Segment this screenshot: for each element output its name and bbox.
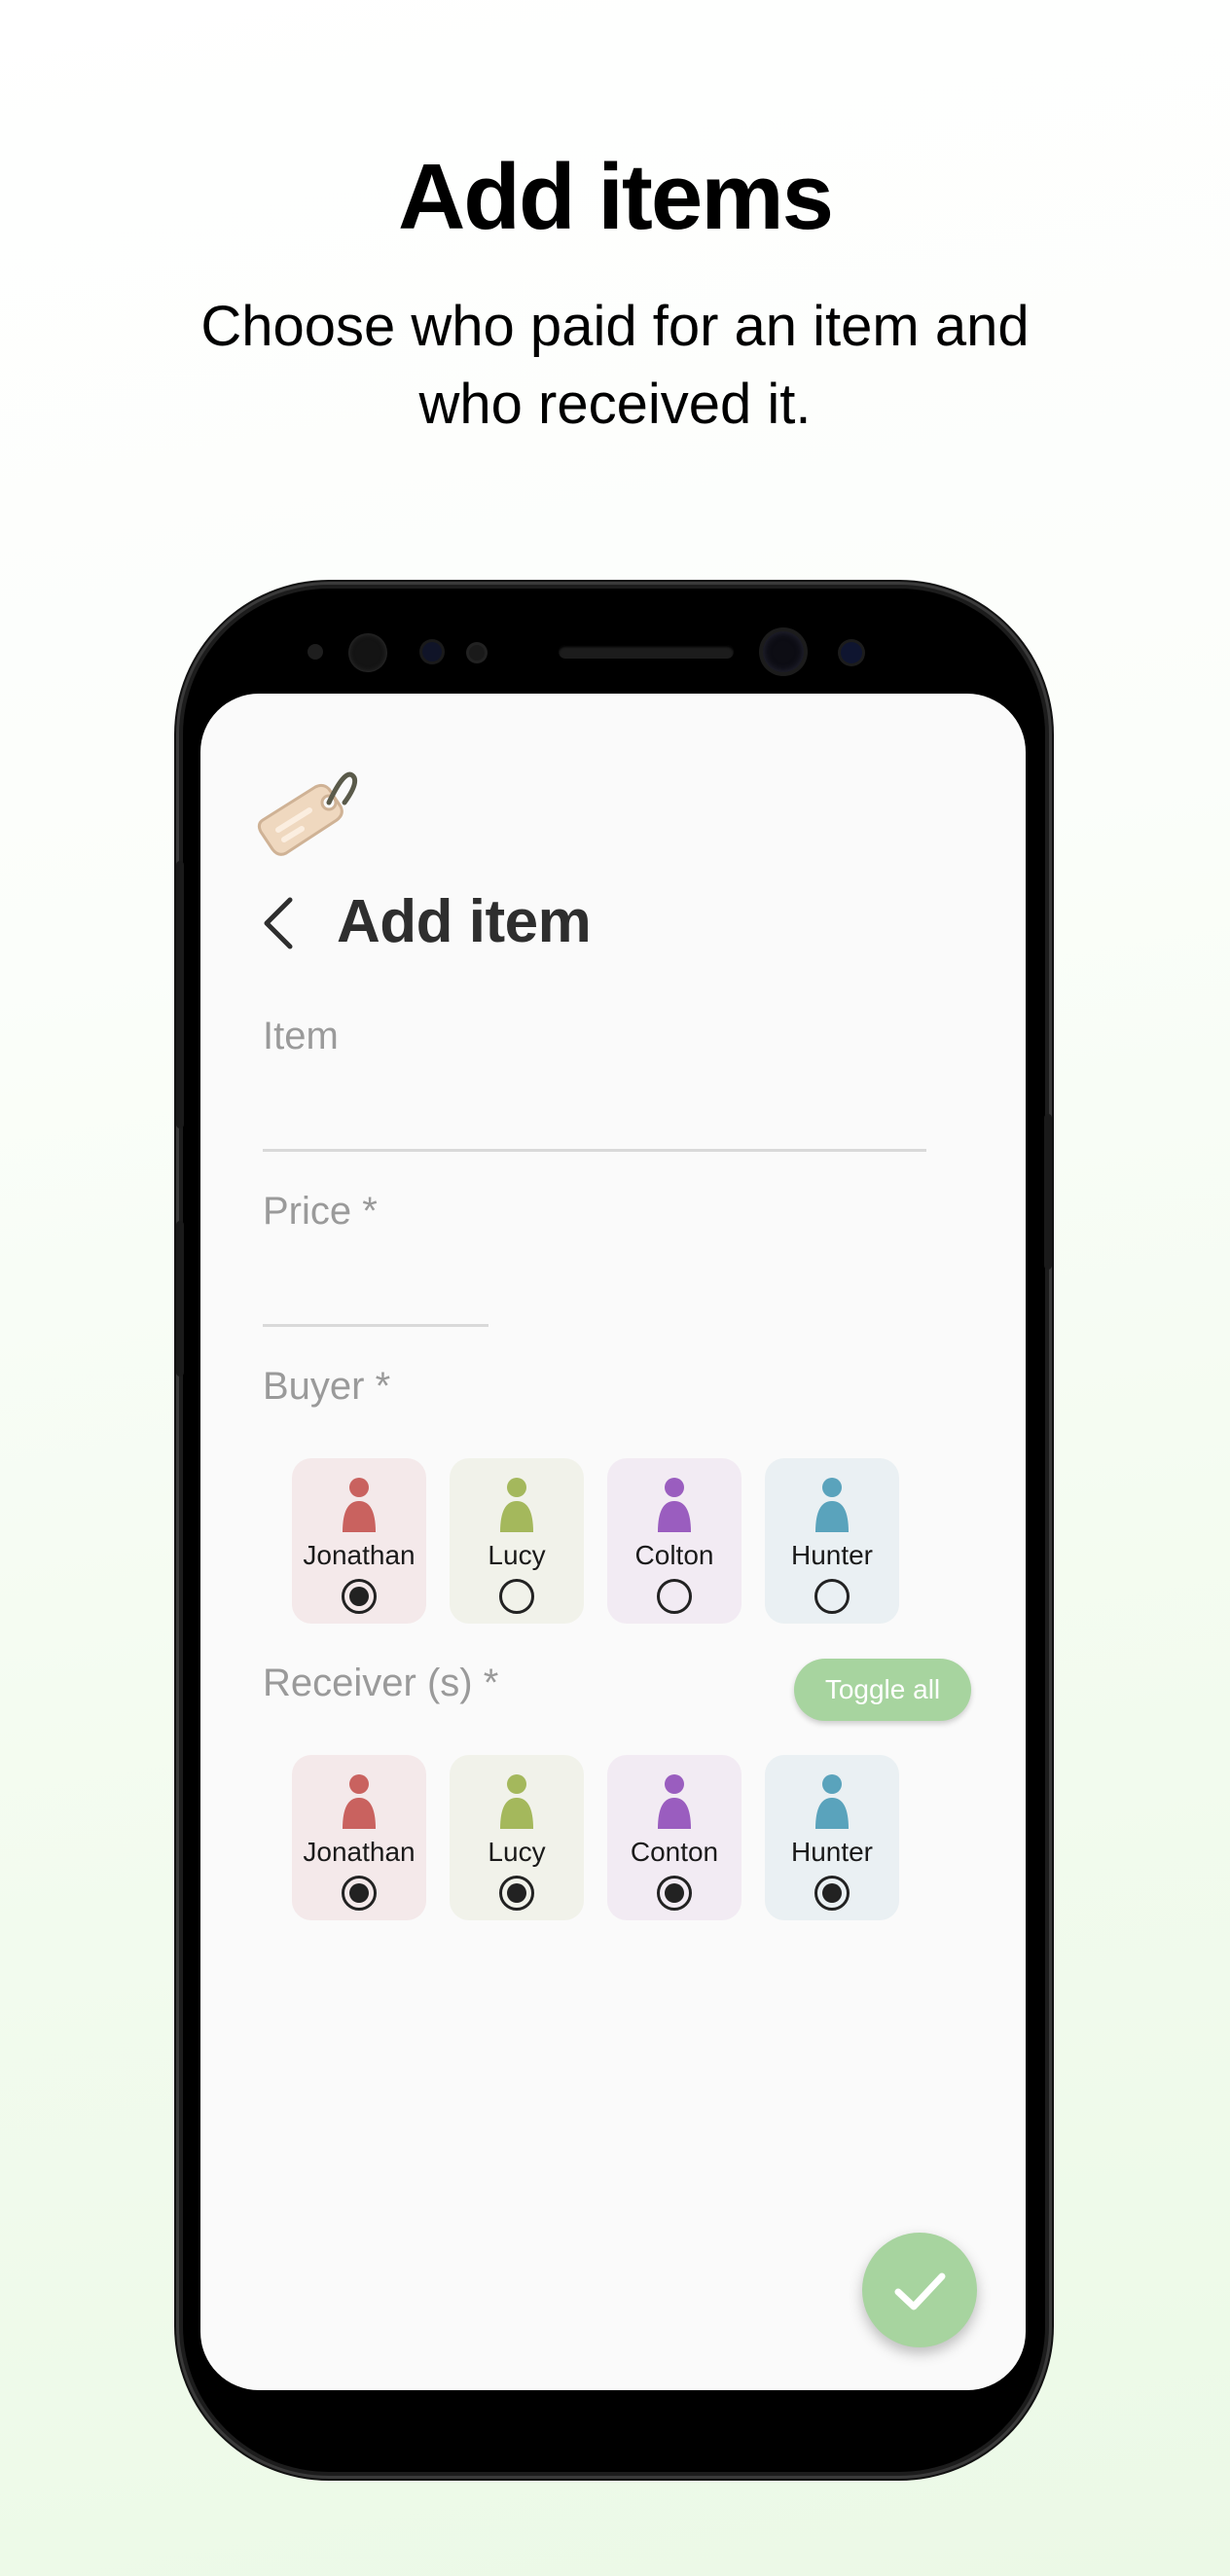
earpiece-speaker bbox=[559, 645, 734, 659]
toggle-all-button[interactable]: Toggle all bbox=[794, 1659, 971, 1721]
buyer-radio[interactable] bbox=[342, 1579, 377, 1614]
person-icon bbox=[500, 1774, 533, 1829]
price-field-label: Price * bbox=[263, 1190, 378, 1233]
receiver-radio[interactable] bbox=[499, 1876, 534, 1911]
buyer-card-colton[interactable]: Colton bbox=[607, 1458, 742, 1624]
receiver-card-lucy[interactable]: Lucy bbox=[450, 1755, 584, 1920]
price-input[interactable] bbox=[263, 1324, 488, 1327]
person-icon bbox=[815, 1478, 849, 1532]
person-name: Hunter bbox=[790, 1837, 874, 1867]
person-icon bbox=[815, 1774, 849, 1829]
person-name: Hunter bbox=[790, 1540, 874, 1570]
buyer-card-lucy[interactable]: Lucy bbox=[450, 1458, 584, 1624]
buyer-radio[interactable] bbox=[657, 1579, 692, 1614]
promo-subtitle-line-2: who received it. bbox=[418, 373, 812, 436]
front-camera bbox=[763, 631, 804, 672]
person-icon bbox=[658, 1478, 691, 1532]
promo-subtitle-line-1: Choose who paid for an item and bbox=[200, 295, 1030, 358]
bixby-button bbox=[176, 1221, 184, 1377]
buyer-label: Buyer * bbox=[263, 1365, 391, 1408]
person-name: Lucy bbox=[488, 1837, 546, 1867]
person-name: Lucy bbox=[488, 1540, 546, 1570]
back-arrow-icon[interactable] bbox=[251, 888, 309, 956]
price-tag-icon bbox=[257, 771, 358, 856]
person-icon bbox=[343, 1774, 376, 1829]
person-name: Jonathan bbox=[303, 1837, 416, 1867]
iris-camera bbox=[841, 642, 862, 663]
power-button bbox=[1044, 1114, 1052, 1270]
receiver-card-jonathan[interactable]: Jonathan bbox=[292, 1755, 426, 1920]
buyer-radio[interactable] bbox=[499, 1579, 534, 1614]
light-sensor bbox=[422, 642, 442, 662]
check-icon bbox=[894, 2272, 946, 2310]
promo-subtitle: Choose who paid for an item and who rece… bbox=[146, 288, 1084, 444]
volume-button bbox=[176, 861, 184, 1128]
person-icon bbox=[343, 1478, 376, 1532]
screen-title: Add item bbox=[337, 888, 592, 955]
person-name: Jonathan bbox=[303, 1540, 416, 1570]
buyer-radio[interactable] bbox=[814, 1579, 850, 1614]
receiver-radio[interactable] bbox=[657, 1876, 692, 1911]
person-icon bbox=[658, 1774, 691, 1829]
iris-sensor bbox=[348, 633, 387, 672]
receivers-label: Receiver (s) * bbox=[263, 1662, 499, 1704]
buyer-card-jonathan[interactable]: Jonathan bbox=[292, 1458, 426, 1624]
person-name: Conton bbox=[630, 1837, 719, 1867]
receiver-radio[interactable] bbox=[342, 1876, 377, 1911]
proximity-sensor bbox=[308, 644, 323, 660]
phone-frame: Add item Item Price * Buyer * Jonathan L… bbox=[176, 589, 1052, 2472]
person-name: Colton bbox=[634, 1540, 714, 1570]
receiver-card-hunter[interactable]: Hunter bbox=[765, 1755, 899, 1920]
item-input[interactable] bbox=[263, 1149, 926, 1152]
buyer-card-hunter[interactable]: Hunter bbox=[765, 1458, 899, 1624]
item-field-label: Item bbox=[263, 1015, 339, 1057]
person-icon bbox=[500, 1478, 533, 1532]
light-sensor-2 bbox=[469, 645, 485, 661]
promo-title: Add items bbox=[397, 145, 834, 249]
receiver-radio[interactable] bbox=[814, 1876, 850, 1911]
app-screen: Add item Item Price * Buyer * Jonathan L… bbox=[200, 694, 1026, 2390]
confirm-fab[interactable] bbox=[862, 2233, 977, 2347]
receiver-card-conton[interactable]: Conton bbox=[607, 1755, 742, 1920]
